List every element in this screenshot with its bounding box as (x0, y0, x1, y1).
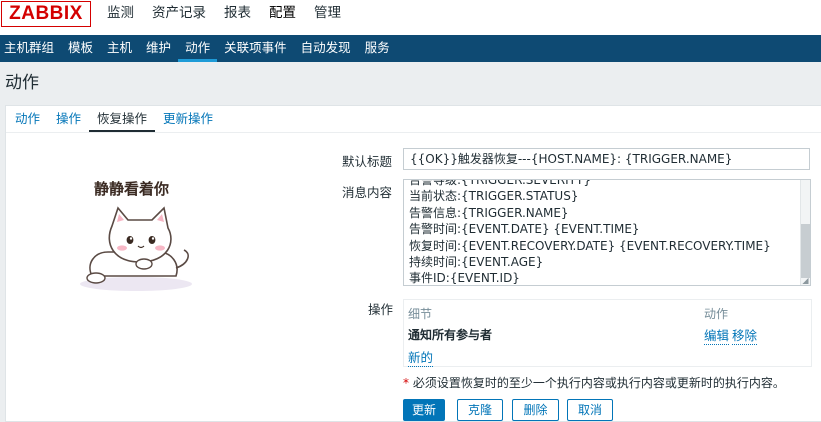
column-header-details: 细节 (408, 307, 433, 321)
required-note-text: 必须设置恢复时的至少一个执行内容或执行内容或更新时的执行内容。 (412, 376, 785, 390)
top-header: ZABBIX 监测 资产记录 报表 配置 管理 (0, 0, 821, 35)
required-note: * 必须设置恢复时的至少一个执行内容或执行内容或更新时的执行内容。 (403, 374, 785, 391)
sub-menu-event-correlation[interactable]: 关联项事件 (217, 35, 294, 62)
new-operation-link[interactable]: 新的 (408, 347, 434, 367)
sub-menu-actions[interactable]: 动作 (178, 35, 218, 62)
column-header-action: 动作 (704, 307, 729, 321)
tab-operations[interactable]: 操作 (48, 106, 89, 132)
message-line: 告警信息:{TRIGGER.NAME} (409, 205, 569, 220)
sub-menu-templates[interactable]: 模板 (61, 35, 100, 62)
tab-divider (6, 132, 821, 133)
sub-menu-services[interactable]: 服务 (358, 35, 397, 62)
tab-update-operations[interactable]: 更新操作 (155, 106, 221, 132)
main-menu-inventory[interactable]: 资产记录 (143, 0, 215, 28)
default-subject-label: 默认标题 (342, 154, 393, 169)
main-menu: 监测 资产记录 报表 配置 管理 (98, 0, 350, 28)
message-line: 持续时间:{EVENT.AGE} (409, 254, 544, 269)
operation-detail-text: 通知所有参与者 (408, 328, 493, 342)
form-tabs: 动作 操作 恢复操作 更新操作 (6, 106, 221, 132)
update-button[interactable]: 更新 (403, 399, 445, 421)
main-menu-reports[interactable]: 报表 (215, 0, 260, 28)
default-message-label: 消息内容 (342, 185, 393, 200)
sub-menu-maintenance[interactable]: 维护 (139, 35, 178, 62)
message-line: 告警时间:{EVENT.DATE} {EVENT.TIME} (409, 222, 640, 237)
clone-button[interactable]: 克隆 (457, 399, 503, 421)
cancel-button[interactable]: 取消 (567, 399, 613, 421)
message-line: 当前状态:{TRIGGER.STATUS} (409, 189, 579, 204)
cat-sticker-image: 静静看着你 (80, 180, 192, 291)
message-line: 告警等级:{TRIGGER.SEVERITY} (409, 179, 591, 187)
main-menu-administration[interactable]: 管理 (305, 0, 350, 28)
edit-operation-link[interactable]: 编辑 (704, 325, 730, 345)
main-menu-configuration[interactable]: 配置 (260, 0, 305, 28)
sub-menu-discovery[interactable]: 自动发现 (294, 35, 358, 62)
sub-menu-hosts[interactable]: 主机 (100, 35, 139, 62)
tab-recovery-operations[interactable]: 恢复操作 (89, 106, 156, 132)
sub-menu: 主机群组 模板 主机 维护 动作 关联项事件 自动发现 服务 (0, 35, 821, 62)
main-menu-monitoring[interactable]: 监测 (98, 0, 143, 28)
zabbix-logo[interactable]: ZABBIX (1, 1, 91, 27)
required-asterisk: * (403, 376, 409, 390)
delete-button[interactable]: 删除 (512, 399, 559, 421)
page-title: 动作 (5, 73, 39, 93)
remove-operation-link[interactable]: 移除 (732, 325, 758, 345)
message-line: 事件ID:{EVENT.ID} (409, 271, 520, 286)
message-line: 恢复时间:{EVENT.RECOVERY.DATE} {EVENT.RECOVE… (409, 238, 771, 253)
message-lines: 告警等级:{TRIGGER.SEVERITY} 当前状态:{TRIGGER.ST… (409, 179, 799, 286)
resize-grip-icon[interactable]: ◢ (801, 276, 810, 285)
default-subject-input[interactable]: {{OK}}触发器恢复---{HOST.NAME}: {TRIGGER.NAME… (403, 148, 810, 170)
operations-table: 细节 动作 通知所有参与者 编辑 移除 新的 (403, 299, 812, 367)
default-message-textarea[interactable]: 告警等级:{TRIGGER.SEVERITY} 当前状态:{TRIGGER.ST… (403, 179, 811, 286)
textarea-scrollbar[interactable] (800, 180, 810, 285)
operations-label: 操作 (368, 302, 394, 317)
scrollbar-thumb[interactable] (801, 224, 810, 278)
action-form-panel: 动作 操作 恢复操作 更新操作 静静看着你 默认标题 {{OK}}触发器恢复--… (5, 105, 821, 422)
sticker-caption: 静静看着你 (94, 180, 169, 198)
sub-menu-host-groups[interactable]: 主机群组 (0, 35, 61, 62)
tab-action[interactable]: 动作 (6, 106, 48, 132)
